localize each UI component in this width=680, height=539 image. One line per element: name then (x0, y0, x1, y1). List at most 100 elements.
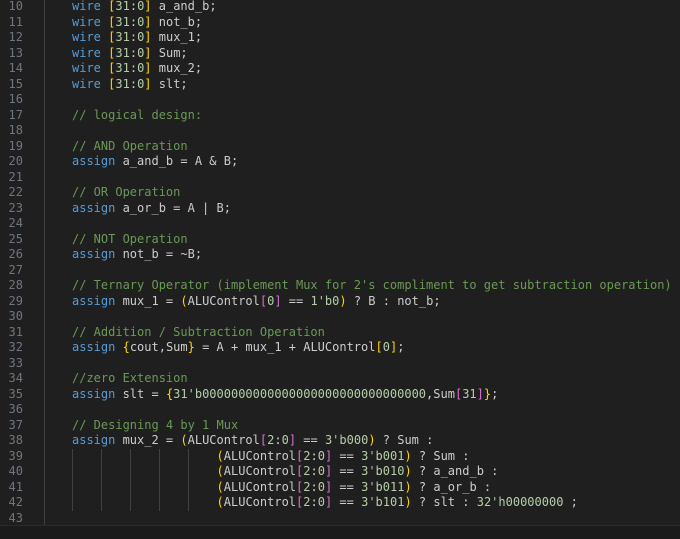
code-token: cout,Sum (129, 340, 188, 354)
code-line[interactable]: 27 (0, 262, 680, 278)
code-token: 3'b101 (361, 495, 405, 509)
code-line[interactable]: 17 // logical design: (0, 107, 680, 124)
indent-guide (44, 309, 45, 325)
code-token: 31 (115, 14, 130, 29)
code-line[interactable]: 16 (0, 92, 680, 108)
code-line[interactable]: 35 assign slt = {31'b00000000000000000000… (0, 386, 680, 402)
code-token: ] (274, 293, 282, 308)
indent-guide (44, 200, 45, 216)
line-number: 29 (8, 293, 23, 308)
code-text: wire [31:0] not_b; (72, 15, 202, 31)
code-line[interactable]: 11 wire [31:0] not_b; (0, 14, 680, 31)
indent-guide (44, 185, 45, 201)
code-line[interactable]: 18 (0, 123, 680, 139)
code-token: : (274, 433, 282, 447)
code-line[interactable]: 29 assign mux_1 = (ALUControl[0] == 1'b0)… (0, 293, 680, 309)
code-text: // OR Operation (72, 185, 180, 201)
code-line[interactable]: 43 (0, 510, 680, 526)
code-line[interactable]: 30 (0, 309, 680, 325)
code-token: ( (216, 448, 224, 463)
code-token: ALUControl (223, 479, 297, 494)
code-line[interactable]: 28 // Ternary Operator (implement Mux for… (0, 278, 680, 294)
code-token: ] (144, 76, 152, 91)
code-token: 0 (317, 464, 325, 478)
line-number: 25 (8, 231, 23, 246)
line-number: 18 (8, 123, 23, 137)
indent-guide (187, 464, 189, 480)
code-line[interactable]: 15 wire [31:0] slt; (0, 76, 680, 92)
code-token: 0 (317, 479, 325, 494)
code-token: assign (72, 293, 116, 308)
line-number: 38 (8, 433, 23, 447)
code-line[interactable]: 23 assign a_or_b = A | B; (0, 200, 680, 216)
indent-guide (44, 278, 45, 294)
code-token: ; (563, 495, 578, 509)
code-text: wire [31:0] Sum; (72, 46, 188, 62)
code-text: (ALUControl[2:0] == 3'b010) ? a_and_b : (217, 464, 499, 480)
code-token: 31 (115, 0, 130, 13)
code-line[interactable]: 37 // Designing 4 by 1 Mux (0, 417, 680, 433)
code-token: 31 (115, 45, 130, 60)
line-number: 11 (8, 14, 23, 29)
code-token: a_or_b = A | B; (115, 200, 231, 215)
line-number: 15 (8, 76, 23, 91)
code-token: 3'b010 (361, 464, 405, 478)
editor-bottom-edge (0, 525, 680, 539)
code-line[interactable]: 34 //zero Extension (0, 371, 680, 387)
line-number: 28 (8, 278, 23, 292)
code-line[interactable]: 32 assign {cout,Sum} = A + mux_1 + ALUCon… (0, 340, 680, 356)
indent-guide (44, 371, 45, 387)
code-line[interactable]: 39 (ALUControl[2:0] == 3'b001) ? Sum : (0, 448, 680, 464)
code-line[interactable]: 10 wire [31:0] a_and_b; (0, 0, 680, 15)
code-line[interactable]: 21 (0, 169, 680, 185)
line-number: 21 (8, 169, 23, 184)
code-line[interactable]: 26 assign not_b = ~B; (0, 247, 680, 263)
code-token: wire (72, 30, 101, 44)
code-line[interactable]: 36 (0, 402, 680, 418)
code-text: (ALUControl[2:0] == 3'b101) ? slt : 32'h… (217, 495, 578, 511)
code-line[interactable]: 24 (0, 216, 680, 232)
code-line[interactable]: 13 wire [31:0] Sum; (0, 45, 680, 62)
code-token: a_and_b; (151, 0, 217, 13)
line-number: 23 (8, 200, 23, 215)
code-line[interactable]: 33 (0, 355, 680, 371)
code-line[interactable]: 41 (ALUControl[2:0] == 3'b011) ? a_or_b : (0, 479, 680, 496)
line-number: 13 (8, 45, 23, 60)
code-token: // logical design: (72, 107, 203, 122)
indent-guide (44, 169, 45, 185)
indent-guide (44, 495, 45, 511)
code-token: wire (72, 76, 101, 91)
code-text: //zero Extension (72, 371, 188, 387)
indent-guide (72, 448, 73, 464)
code-line[interactable]: 38 assign mux_2 = (ALUControl[2:0] == 3'b… (0, 433, 680, 449)
code-token: wire (72, 14, 101, 29)
code-text: (ALUControl[2:0] == 3'b011) ? a_or_b : (217, 480, 492, 496)
indent-guide (44, 355, 45, 371)
indent-guide (158, 479, 160, 495)
code-line[interactable]: 31 // Addition / Subtraction Operation (0, 324, 680, 340)
code-token: 1'b0 (310, 293, 340, 308)
code-text: // logical design: (72, 108, 202, 124)
code-token: 0 (317, 495, 325, 509)
line-number: 42 (8, 495, 23, 509)
indent-guide (100, 495, 102, 511)
code-token: ] (144, 30, 152, 44)
code-line[interactable]: 12 wire [31:0] mux_1; (0, 30, 680, 46)
code-line[interactable]: 22 // OR Operation (0, 185, 680, 201)
indent-guide (44, 448, 45, 464)
code-editor[interactable]: 10 wire [31:0] a_and_b; 11 wire [31:0] not_… (0, 0, 680, 539)
indent-guide (44, 216, 45, 232)
code-line[interactable]: 42 (ALUControl[2:0] == 3'b101) ? slt : 32… (0, 495, 680, 511)
code-lines[interactable]: 10 wire [31:0] a_and_b; 11 wire [31:0] not_… (0, 0, 680, 526)
code-token: : (129, 30, 138, 44)
indent-guide (44, 61, 45, 77)
code-token: slt = (115, 386, 166, 401)
code-line[interactable]: 20 assign a_and_b = A & B; (0, 154, 680, 170)
code-line[interactable]: 19 // AND Operation (0, 138, 680, 154)
code-line[interactable]: 40 (ALUControl[2:0] == 3'b010) ? a_and_b … (0, 464, 680, 480)
code-line[interactable]: 25 // NOT Operation (0, 231, 680, 247)
code-line[interactable]: 14 wire [31:0] mux_2; (0, 61, 680, 77)
line-number: 17 (8, 107, 23, 122)
code-token: : (129, 76, 138, 91)
code-token: ( (216, 495, 224, 509)
